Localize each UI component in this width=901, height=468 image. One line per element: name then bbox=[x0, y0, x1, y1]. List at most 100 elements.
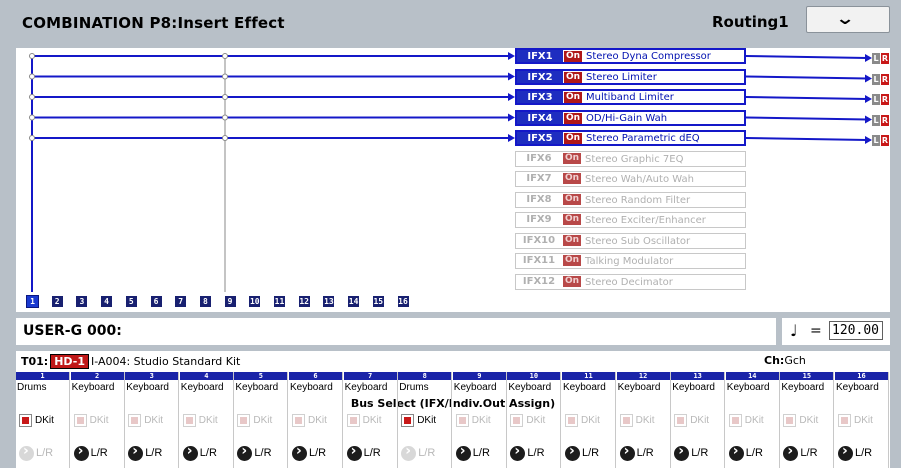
ifx-slot-1[interactable]: IFX1 On Stereo Dyna Compressor bbox=[515, 48, 746, 64]
timbre-selector-11[interactable]: 11 bbox=[274, 296, 285, 307]
timbre-selector-4[interactable]: 4 bbox=[101, 296, 113, 307]
dkit-checkbox[interactable] bbox=[73, 414, 87, 427]
timbre-selector-2[interactable]: 2 bbox=[51, 296, 63, 307]
program-name[interactable]: I-A004: Studio Standard Kit bbox=[91, 355, 240, 368]
bus-select-value[interactable]: L/R bbox=[746, 447, 763, 459]
bus-select-popup-icon[interactable] bbox=[237, 443, 253, 461]
dkit-checkbox[interactable] bbox=[838, 414, 851, 427]
bus-select-value[interactable]: L/R bbox=[36, 447, 53, 459]
timbre-selector-10[interactable]: 10 bbox=[249, 296, 261, 307]
output-r: R bbox=[881, 73, 889, 85]
dkit-checkbox[interactable] bbox=[19, 414, 32, 427]
ifx-on-button[interactable]: On bbox=[563, 193, 582, 205]
dkit-checkbox[interactable] bbox=[728, 414, 742, 427]
ifx-on-button[interactable]: On bbox=[564, 51, 583, 62]
timbre-selector-1[interactable]: 1 bbox=[26, 295, 39, 308]
bus-select-value[interactable]: L/R bbox=[527, 447, 544, 459]
dkit-checkbox[interactable] bbox=[401, 414, 415, 427]
bus-select-value[interactable]: L/R bbox=[473, 447, 490, 459]
ifx-on-button[interactable]: On bbox=[564, 71, 583, 83]
dkit-checkbox[interactable] bbox=[783, 414, 797, 427]
combination-name-box[interactable]: USER-G 000: bbox=[16, 318, 776, 345]
bus-select-popup-icon[interactable] bbox=[838, 443, 853, 461]
bus-select-popup-icon[interactable] bbox=[73, 443, 89, 461]
ifx-on-button[interactable]: On bbox=[563, 255, 582, 266]
bus-select-popup-icon[interactable] bbox=[128, 443, 144, 461]
ifx-on-button[interactable]: On bbox=[563, 234, 582, 246]
ifx-slot-3[interactable]: IFX3 On Multiband Limiter bbox=[515, 89, 746, 105]
ifx-slot-9[interactable]: IFX9 On Stereo Exciter/Enhancer bbox=[515, 212, 746, 228]
dkit-checkbox[interactable] bbox=[292, 414, 305, 427]
ifx-on-button[interactable]: On bbox=[563, 214, 582, 225]
bus-select-popup-icon[interactable] bbox=[19, 443, 34, 461]
bus-select-value[interactable]: L/R bbox=[309, 447, 326, 459]
timbre-selector-7[interactable]: 7 bbox=[175, 296, 187, 307]
ifx-slot-7[interactable]: IFX7 On Stereo Wah/Auto Wah bbox=[515, 171, 746, 187]
timbre-table: T01: HD-1 I-A004: Studio Standard Kit Ch:G… bbox=[16, 351, 890, 468]
ifx-on-button[interactable]: On bbox=[563, 275, 582, 287]
bus-select-value[interactable]: L/R bbox=[418, 447, 435, 459]
channel-value: Gch bbox=[784, 354, 806, 367]
ifx-slot-10[interactable]: IFX10 On Stereo Sub Oscillator bbox=[515, 232, 746, 249]
ifx-slot-8[interactable]: IFX8 On Stereo Random Filter bbox=[515, 191, 746, 208]
bus-select-popup-icon[interactable] bbox=[565, 443, 580, 461]
dkit-checkbox[interactable] bbox=[455, 414, 469, 427]
page-menu-button[interactable]: ⌄ bbox=[806, 6, 890, 33]
ifx-slot-6[interactable]: IFX6 On Stereo Graphic 7EQ bbox=[515, 150, 746, 167]
dkit-checkbox[interactable] bbox=[565, 414, 578, 427]
bus-select-popup-icon[interactable] bbox=[783, 443, 799, 461]
ifx-on-button[interactable]: On bbox=[563, 173, 582, 184]
bus-select-value[interactable]: L/R bbox=[254, 447, 271, 459]
ifx-on-button[interactable]: On bbox=[564, 112, 583, 124]
timbre-selector-6[interactable]: 6 bbox=[150, 296, 162, 307]
ifx-on-button[interactable]: On bbox=[564, 133, 583, 144]
ifx-slot-12[interactable]: IFX12 On Stereo Decimator bbox=[515, 273, 746, 290]
dkit-checkbox[interactable] bbox=[510, 414, 524, 427]
dkit-checkbox[interactable] bbox=[182, 414, 196, 427]
bus-select-value[interactable]: L/R bbox=[145, 447, 162, 459]
output-lr-ifx4: LR bbox=[872, 114, 890, 126]
dkit-label: DKit bbox=[744, 415, 764, 426]
bus-select-value[interactable]: L/R bbox=[364, 447, 381, 459]
ifx-on-button[interactable]: On bbox=[563, 152, 582, 164]
dkit-checkbox[interactable] bbox=[128, 414, 142, 427]
ifx-slot-4[interactable]: IFX4 On OD/Hi-Gain Wah bbox=[515, 109, 746, 126]
bus-select-popup-icon[interactable] bbox=[182, 443, 198, 461]
bus-select-popup-icon[interactable] bbox=[674, 443, 690, 461]
ifx-slot-2[interactable]: IFX2 On Stereo Limiter bbox=[515, 68, 746, 85]
ifx-slot-label: IFX6 bbox=[526, 152, 552, 164]
ifx-slot-label: IFX11 bbox=[522, 255, 556, 266]
ifx-slot-5[interactable]: IFX5 On Stereo Parametric dEQ bbox=[515, 130, 746, 146]
bus-select-value[interactable]: L/R bbox=[582, 447, 599, 459]
bus-select-value[interactable]: L/R bbox=[855, 447, 872, 459]
ifx-slot-11[interactable]: IFX11 On Talking Modulator bbox=[515, 253, 746, 269]
bus-select-value[interactable]: L/R bbox=[91, 447, 108, 459]
bus-select-popup-icon[interactable] bbox=[401, 443, 417, 461]
bus-select-popup-icon[interactable] bbox=[455, 443, 471, 461]
ifx-effect-name: Talking Modulator bbox=[585, 256, 674, 267]
timbre-selector-12[interactable]: 12 bbox=[298, 296, 310, 307]
bus-select-value[interactable]: L/R bbox=[200, 447, 217, 459]
bus-select-value[interactable]: L/R bbox=[691, 447, 708, 459]
ifx-on-button[interactable]: On bbox=[564, 92, 583, 103]
timbre-selector-15[interactable]: 15 bbox=[372, 296, 384, 307]
bus-select-popup-icon[interactable] bbox=[510, 443, 526, 461]
bus-select-popup-icon[interactable] bbox=[728, 443, 744, 461]
dkit-checkbox[interactable] bbox=[619, 414, 633, 427]
bus-select-value[interactable]: L/R bbox=[637, 447, 654, 459]
dkit-checkbox[interactable] bbox=[237, 414, 251, 427]
timbre-selector-13[interactable]: 13 bbox=[323, 296, 335, 307]
dkit-checkbox[interactable] bbox=[346, 414, 360, 427]
bus-select-value[interactable]: L/R bbox=[800, 447, 817, 459]
bus-select-popup-icon[interactable] bbox=[346, 443, 362, 461]
timbre-selector-9[interactable]: 9 bbox=[224, 296, 236, 307]
dkit-checkbox[interactable] bbox=[674, 414, 688, 427]
bus-select-popup-icon[interactable] bbox=[619, 443, 635, 461]
timbre-selector-16[interactable]: 16 bbox=[397, 296, 409, 307]
bus-select-popup-icon[interactable] bbox=[292, 443, 307, 461]
timbre-selector-3[interactable]: 3 bbox=[76, 296, 88, 307]
timbre-selector-14[interactable]: 14 bbox=[348, 296, 360, 307]
timbre-selector-5[interactable]: 5 bbox=[125, 296, 137, 307]
timbre-selector-8[interactable]: 8 bbox=[199, 296, 211, 307]
tempo-field[interactable]: 120.00 bbox=[829, 321, 883, 340]
